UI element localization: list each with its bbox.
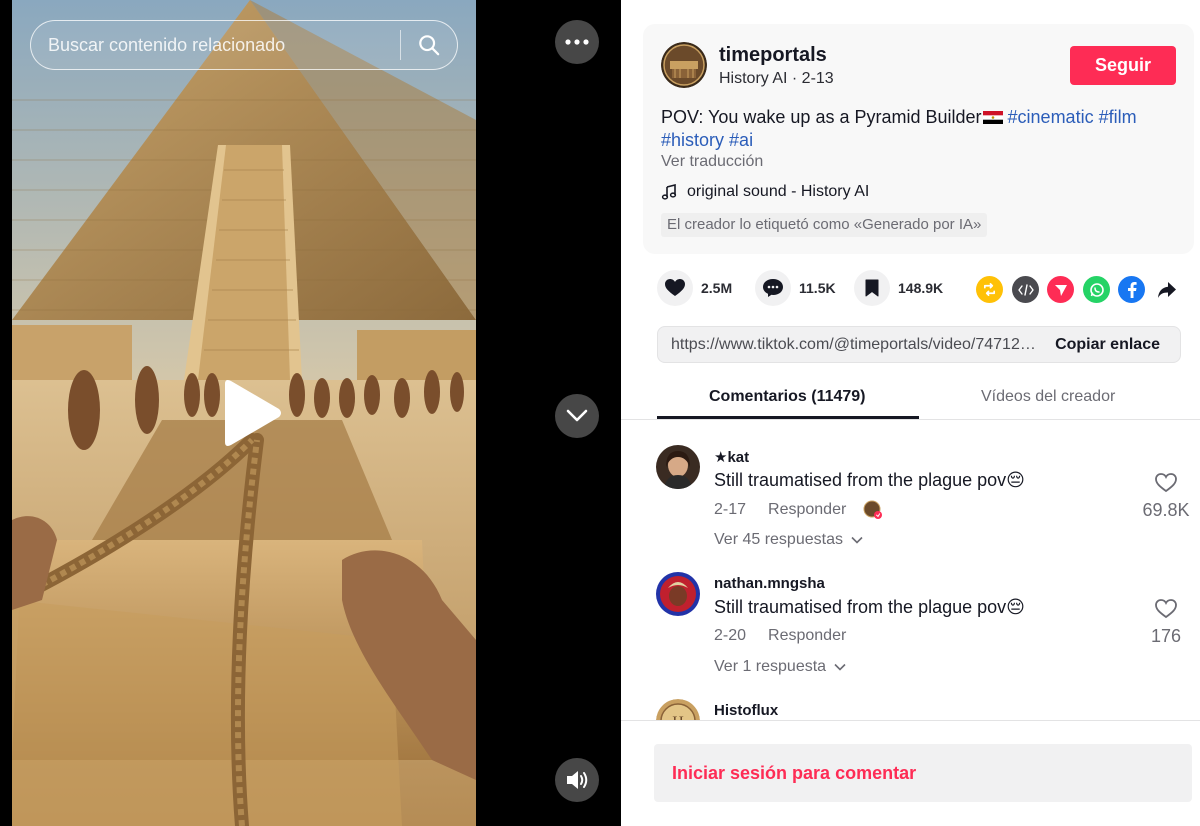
tab-creator-videos[interactable]: Vídeos del creador xyxy=(981,388,1115,406)
creator-liked-avatar-icon xyxy=(863,500,883,519)
facebook-icon[interactable] xyxy=(1118,276,1145,303)
description-card: timeportals History AI · 2-13 Seguir POV… xyxy=(643,24,1194,254)
ai-generated-label: El creador lo etiquetó como «Generado po… xyxy=(661,213,988,237)
volume-button[interactable] xyxy=(555,758,599,802)
comment-button[interactable]: 11.5K xyxy=(755,270,836,306)
video-link-url[interactable]: https://www.tiktok.com/@timeportals/vide… xyxy=(658,336,1041,354)
comment-meta: 2-17 Responder xyxy=(714,500,883,520)
play-icon xyxy=(225,380,281,446)
comment-icon xyxy=(763,279,783,297)
login-to-comment-button[interactable]: Iniciar sesión para comentar xyxy=(654,744,1192,802)
search-button[interactable] xyxy=(401,21,457,69)
send-to-friends-icon[interactable] xyxy=(1047,276,1074,303)
like-button[interactable]: 2.5M xyxy=(657,270,732,306)
like-count: 2.5M xyxy=(701,280,733,296)
comment-like-button[interactable]: 176 xyxy=(1136,599,1196,647)
ellipsis-icon xyxy=(565,39,589,45)
comment-login-bar: Iniciar sesión para comentar xyxy=(621,720,1200,826)
save-count: 148.9K xyxy=(898,280,944,296)
save-circle xyxy=(854,270,890,306)
embed-icon[interactable] xyxy=(1012,276,1039,303)
sound-link[interactable]: original sound - History AI xyxy=(661,183,869,201)
search-bar xyxy=(30,20,458,70)
timeportals-logo xyxy=(661,42,707,88)
author-meta: History AI · 2-13 xyxy=(719,70,834,87)
translate-link[interactable]: Ver traducción xyxy=(661,153,763,171)
side-panel: timeportals History AI · 2-13 Seguir POV… xyxy=(621,0,1200,826)
comment-like-count: 176 xyxy=(1150,626,1182,646)
hashtag-cinematic[interactable]: #cinematic xyxy=(1008,107,1094,127)
heart-outline-icon xyxy=(1155,599,1177,619)
comment-username[interactable]: Histoflux xyxy=(714,702,778,719)
comment-count: 11.5K xyxy=(799,280,836,296)
copy-link-button[interactable]: Copiar enlace xyxy=(1041,336,1180,354)
hashtag-film[interactable]: #film xyxy=(1099,107,1137,127)
hashtag-ai[interactable]: #ai xyxy=(729,130,753,150)
video-link-box: https://www.tiktok.com/@timeportals/vide… xyxy=(657,326,1181,363)
follow-button[interactable]: Seguir xyxy=(1070,46,1176,85)
whatsapp-icon[interactable] xyxy=(1083,276,1110,303)
reply-button[interactable]: Responder xyxy=(768,501,846,519)
comment-text: Still traumatised from the plague pov😔 xyxy=(714,597,1025,617)
more-options-button[interactable] xyxy=(555,20,599,64)
play-button[interactable] xyxy=(219,378,283,448)
view-replies-button[interactable]: Ver 45 respuestas xyxy=(714,531,863,549)
comment-date: 2-17 xyxy=(714,501,747,518)
share-arrow-icon[interactable] xyxy=(1153,276,1180,303)
comment-meta: 2-20 Responder xyxy=(714,627,846,645)
save-button[interactable]: 148.9K xyxy=(854,270,943,306)
action-bar: 2.5M 11.5K 148.9K xyxy=(657,270,1192,310)
comment-circle xyxy=(755,270,791,306)
comment-username[interactable]: nathan.mngsha xyxy=(714,575,825,592)
search-icon xyxy=(419,35,440,56)
comment-date: 2-20 xyxy=(714,627,747,644)
sound-name: original sound - History AI xyxy=(687,183,870,200)
heart-outline-icon xyxy=(1155,473,1177,493)
view-replies-label: Ver 1 respuesta xyxy=(714,658,827,675)
view-replies-label: Ver 45 respuestas xyxy=(714,531,843,548)
chevron-down-icon xyxy=(851,536,863,544)
tab-comments[interactable]: Comentarios (11479) xyxy=(709,388,866,406)
music-note-icon xyxy=(661,184,677,200)
chevron-down-icon xyxy=(834,663,846,671)
active-tab-indicator xyxy=(657,416,919,419)
comment-like-count: 69.8K xyxy=(1142,500,1190,520)
video-panel xyxy=(0,0,621,826)
repost-icon[interactable] xyxy=(976,276,1003,303)
reply-button[interactable]: Responder xyxy=(768,627,846,645)
caption-text: POV: You wake up as a Pyramid Builder xyxy=(661,107,982,127)
author-username[interactable]: timeportals xyxy=(719,44,827,67)
chevron-down-icon xyxy=(566,409,588,422)
next-video-button[interactable] xyxy=(555,394,599,438)
comments-list: ★kat Still traumatised from the plague p… xyxy=(621,421,1200,720)
tab-bar: Comentarios (11479) Vídeos del creador xyxy=(621,374,1200,420)
heart-icon xyxy=(665,279,685,296)
comment-text: Still traumatised from the plague pov😔 xyxy=(714,470,1025,490)
video-caption: POV: You wake up as a Pyramid Builder #c… xyxy=(661,106,1181,152)
avatar[interactable] xyxy=(656,572,700,616)
comment-username[interactable]: ★kat xyxy=(714,448,749,466)
view-replies-button[interactable]: Ver 1 respuesta xyxy=(714,658,846,676)
egypt-flag-icon xyxy=(982,111,1003,124)
search-input[interactable] xyxy=(31,21,400,69)
like-circle xyxy=(657,270,693,306)
hashtag-history[interactable]: #history xyxy=(661,130,724,150)
comment-like-button[interactable]: 69.8K xyxy=(1136,473,1196,521)
bookmark-icon xyxy=(865,279,879,297)
avatar[interactable]: H xyxy=(656,699,700,720)
avatar[interactable] xyxy=(656,445,700,489)
speaker-icon xyxy=(567,771,588,789)
author-avatar[interactable] xyxy=(661,42,707,88)
